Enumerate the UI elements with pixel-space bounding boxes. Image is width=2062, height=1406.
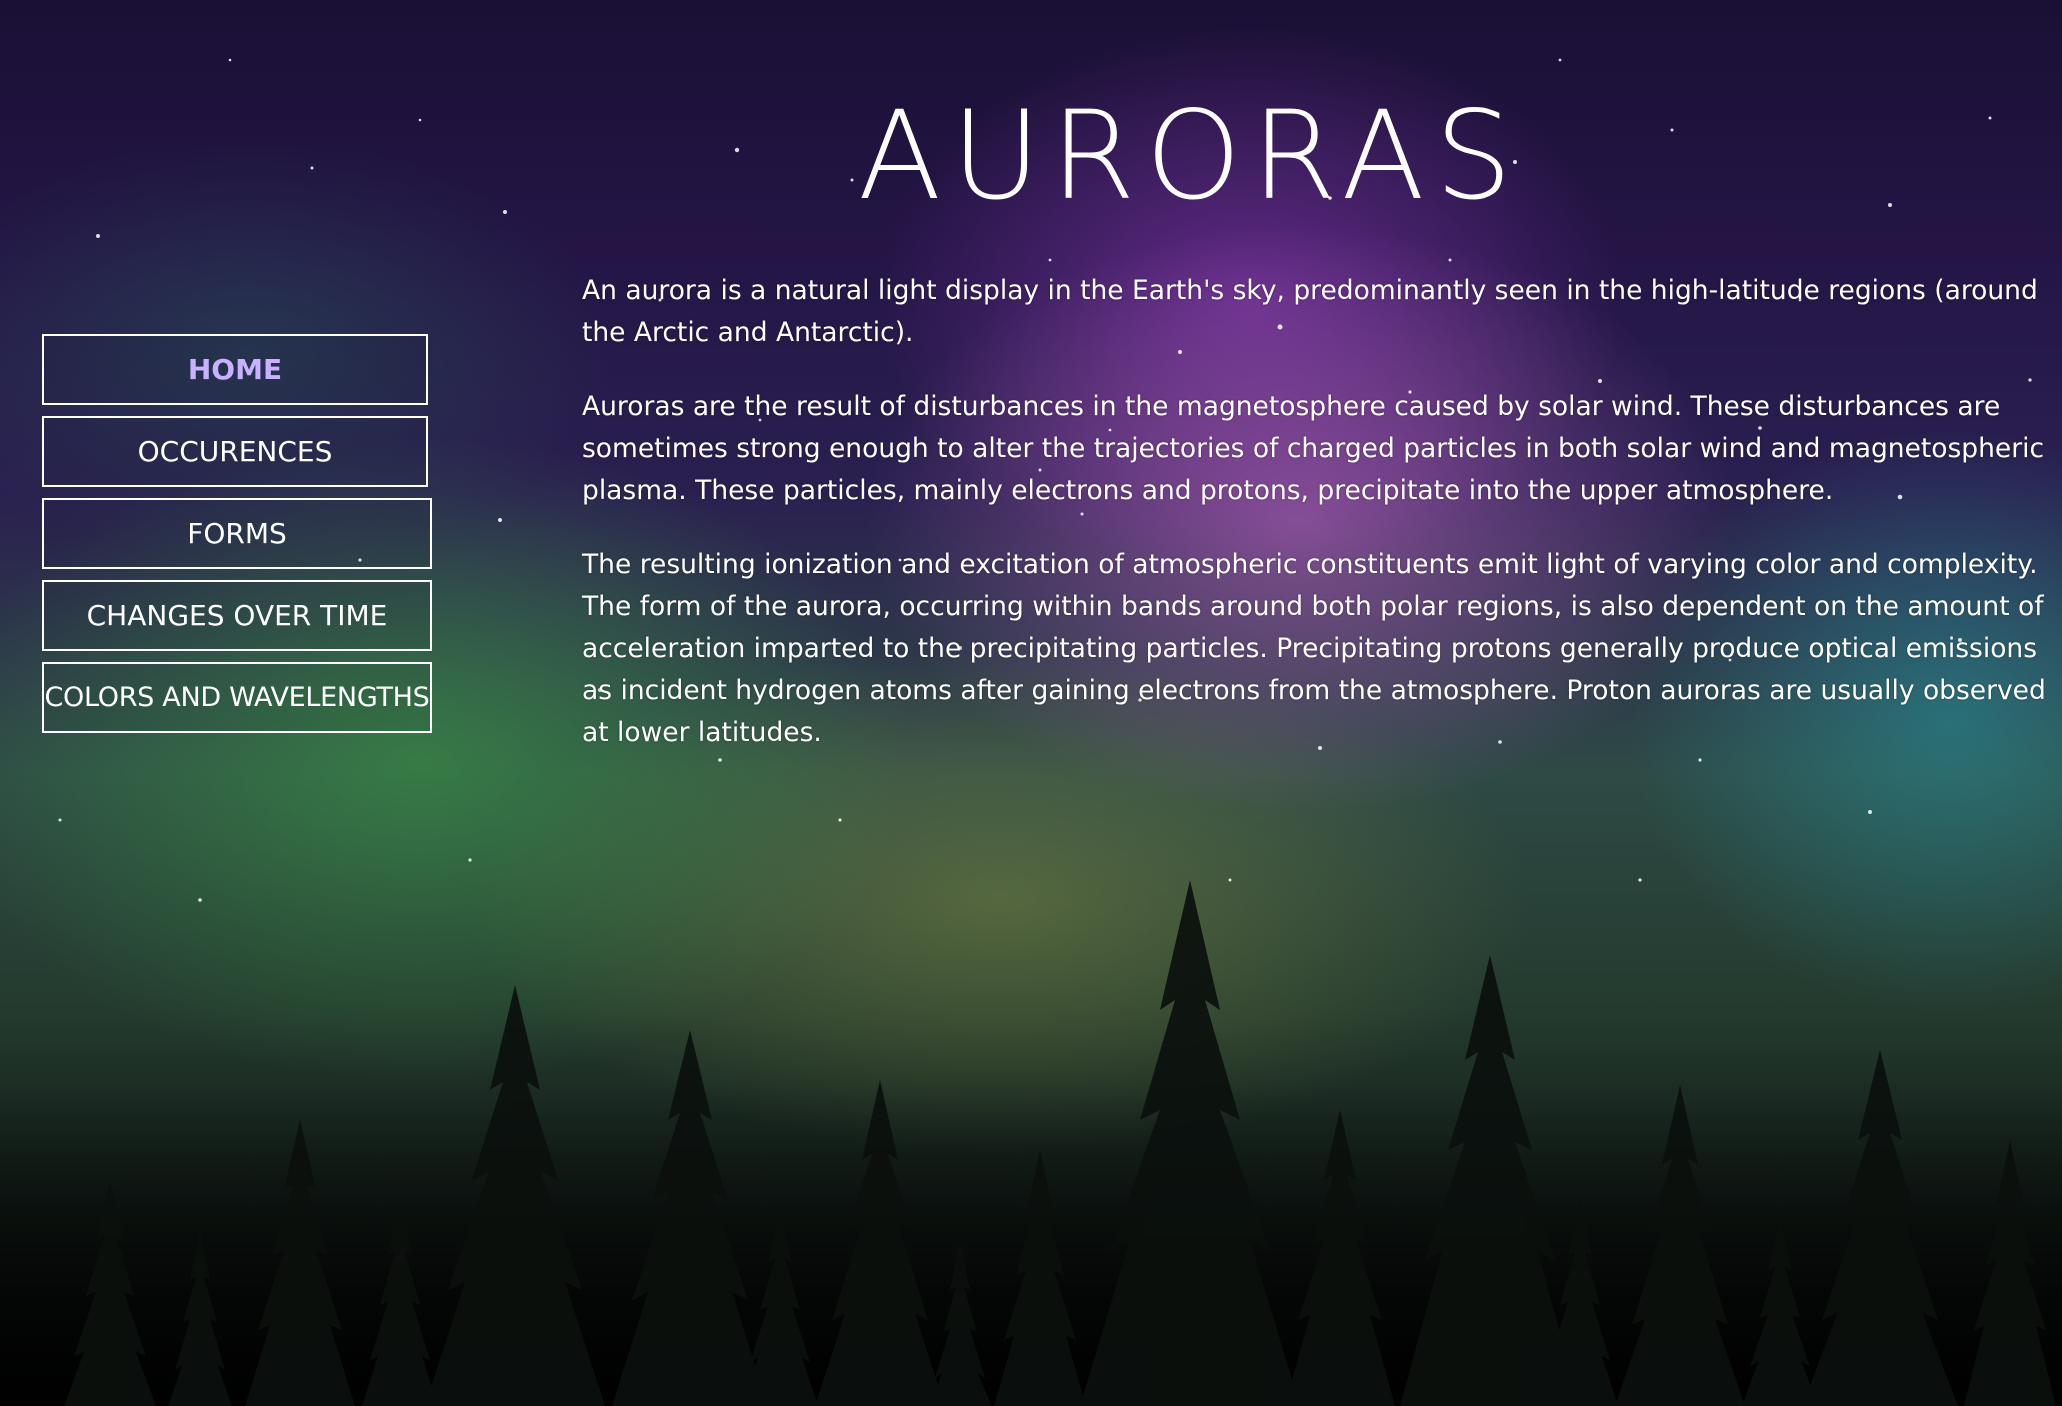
- page-title: AURORAS: [857, 85, 1523, 227]
- cause-paragraph: Auroras are the result of disturbances i…: [582, 391, 2045, 506]
- main-nav: HOME OCCURENCES FORMS CHANGES OVER TIME …: [42, 334, 432, 744]
- emission-paragraph: The resulting ionization and excitation …: [582, 549, 2046, 748]
- nav-item-changes-over-time[interactable]: CHANGES OVER TIME: [42, 580, 432, 651]
- main-content: An aurora is a natural light display in …: [582, 270, 2052, 786]
- nav-item-home[interactable]: HOME: [42, 334, 428, 405]
- nav-item-occurences[interactable]: OCCURENCES: [42, 416, 428, 487]
- nav-item-colors-and-wavelengths[interactable]: COLORS AND WAVELENGTHS: [42, 662, 432, 733]
- nav-item-forms[interactable]: FORMS: [42, 498, 432, 569]
- intro-paragraph: An aurora is a natural light display in …: [582, 275, 2038, 348]
